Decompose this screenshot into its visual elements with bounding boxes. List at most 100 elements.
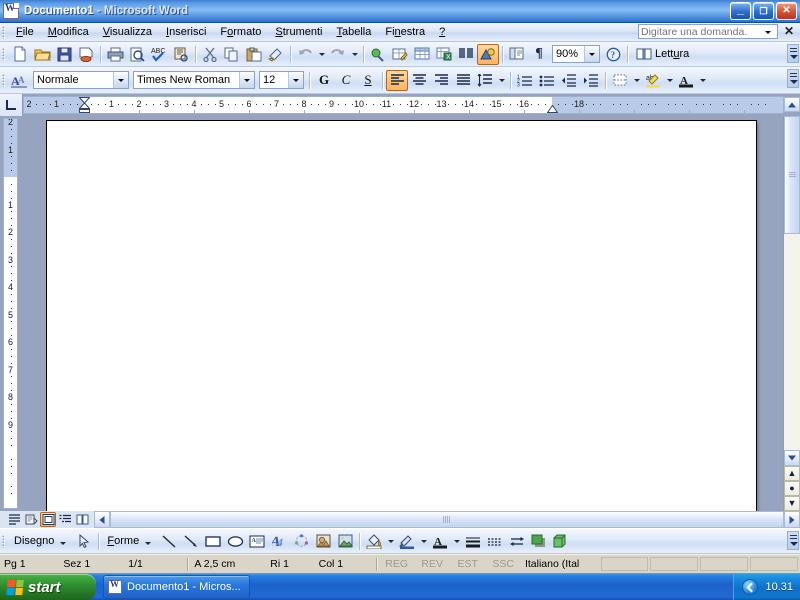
fill-color-icon[interactable] bbox=[363, 531, 385, 552]
scroll-left-button[interactable] bbox=[94, 511, 110, 528]
vertical-scrollbar[interactable]: ▲ ● ▼ bbox=[783, 116, 800, 511]
font-size-dropdown-icon[interactable] bbox=[288, 72, 303, 88]
rectangle-icon[interactable] bbox=[202, 531, 224, 552]
scroll-up-button[interactable] bbox=[784, 97, 800, 112]
menu-help[interactable]: ? bbox=[432, 24, 452, 41]
new-document-icon[interactable] bbox=[9, 44, 31, 65]
right-indent-marker[interactable] bbox=[546, 105, 558, 113]
columns-icon[interactable] bbox=[455, 44, 477, 65]
toolbar-options-icon[interactable] bbox=[787, 69, 799, 88]
vertical-scroll-track[interactable] bbox=[784, 116, 800, 450]
mail-recipient-icon[interactable] bbox=[75, 44, 97, 65]
chevron-down-icon[interactable] bbox=[761, 25, 775, 38]
dash-style-icon[interactable] bbox=[484, 531, 506, 552]
horizontal-scroll-thumb[interactable] bbox=[110, 511, 784, 528]
menu-finestra[interactable]: Finestra bbox=[378, 24, 432, 41]
arrow-style-icon[interactable] bbox=[506, 531, 528, 552]
line-spacing-icon[interactable] bbox=[474, 70, 496, 91]
font-combo[interactable]: Times New Roman bbox=[133, 71, 255, 89]
shapes-menu-button[interactable]: Forme bbox=[102, 531, 158, 551]
style-dropdown-icon[interactable] bbox=[113, 72, 128, 88]
zoom-dropdown-icon[interactable] bbox=[584, 46, 599, 62]
status-overtype[interactable]: SSC bbox=[485, 557, 521, 571]
font-color-icon[interactable]: A bbox=[429, 531, 451, 552]
align-center-icon[interactable] bbox=[408, 70, 430, 91]
taskbar-item-word[interactable]: Documento1 - Micros... bbox=[103, 575, 250, 599]
minimize-button[interactable]: _ bbox=[730, 2, 751, 20]
normal-view-button[interactable] bbox=[6, 512, 22, 527]
scroll-right-button[interactable] bbox=[784, 511, 800, 528]
fill-color-dropdown-icon[interactable] bbox=[385, 532, 396, 551]
borders-icon[interactable] bbox=[609, 70, 631, 91]
toolbar-options-icon[interactable] bbox=[787, 44, 799, 63]
start-button[interactable]: start bbox=[0, 574, 96, 600]
reading-layout-button[interactable]: Lettura bbox=[631, 44, 694, 64]
insert-table-icon[interactable] bbox=[411, 44, 433, 65]
numbered-list-icon[interactable]: 123 bbox=[514, 70, 536, 91]
menu-modifica[interactable]: Modifica bbox=[41, 24, 96, 41]
select-browse-object-button[interactable]: ● bbox=[784, 481, 800, 496]
bulleted-list-icon[interactable] bbox=[536, 70, 558, 91]
reading-layout-view-button[interactable] bbox=[74, 512, 90, 527]
font-color-dropdown-icon[interactable] bbox=[697, 71, 708, 90]
scroll-down-button[interactable] bbox=[784, 450, 800, 466]
research-icon[interactable] bbox=[170, 44, 192, 65]
restore-button[interactable]: ❐ bbox=[753, 2, 774, 20]
clip-art-icon[interactable] bbox=[312, 531, 334, 552]
line-style-icon[interactable] bbox=[462, 531, 484, 552]
draw-menu-button[interactable]: Disegno bbox=[9, 531, 73, 551]
justify-icon[interactable] bbox=[452, 70, 474, 91]
standard-toolbar-grip[interactable] bbox=[2, 47, 5, 61]
bold-button[interactable]: G bbox=[313, 70, 335, 91]
vertical-ruler[interactable]: 2 1 1 2 3 4 5 6 7 8 9 bbox=[3, 118, 18, 509]
toolbar-options-icon[interactable] bbox=[787, 531, 799, 550]
vertical-scroll-thumb[interactable] bbox=[784, 116, 800, 234]
redo-icon[interactable] bbox=[327, 44, 349, 65]
oval-icon[interactable] bbox=[224, 531, 246, 552]
underline-button[interactable]: S bbox=[357, 70, 379, 91]
drawing-toolbar-grip[interactable] bbox=[2, 534, 5, 548]
status-track-changes[interactable]: REV bbox=[414, 557, 450, 571]
shadow-style-icon[interactable] bbox=[528, 531, 550, 552]
save-icon[interactable] bbox=[53, 44, 75, 65]
menu-tabella[interactable]: Tabella bbox=[329, 24, 378, 41]
line-icon[interactable] bbox=[158, 531, 180, 552]
wordart-icon[interactable]: A4 bbox=[268, 531, 290, 552]
diagram-icon[interactable] bbox=[290, 531, 312, 552]
document-page[interactable] bbox=[46, 120, 757, 511]
redo-dropdown-icon[interactable] bbox=[349, 45, 360, 64]
undo-dropdown-icon[interactable] bbox=[316, 45, 327, 64]
menu-bar-grip[interactable] bbox=[2, 25, 5, 39]
align-right-icon[interactable] bbox=[430, 70, 452, 91]
menu-visualizza[interactable]: Visualizza bbox=[96, 24, 159, 41]
line-color-icon[interactable] bbox=[396, 531, 418, 552]
line-spacing-dropdown-icon[interactable] bbox=[496, 71, 507, 90]
print-preview-icon[interactable] bbox=[126, 44, 148, 65]
spelling-check-icon[interactable]: ABC bbox=[148, 44, 170, 65]
open-folder-icon[interactable] bbox=[31, 44, 53, 65]
text-box-icon[interactable]: A bbox=[246, 531, 268, 552]
styles-and-formatting-icon[interactable]: AA bbox=[9, 70, 31, 91]
insert-excel-sheet-icon[interactable]: X bbox=[433, 44, 455, 65]
first-line-indent-marker[interactable] bbox=[79, 97, 90, 113]
copy-icon[interactable] bbox=[221, 44, 243, 65]
align-left-icon[interactable] bbox=[386, 69, 408, 91]
style-combo[interactable]: Normale bbox=[33, 71, 129, 89]
outline-view-button[interactable] bbox=[57, 512, 73, 527]
web-layout-view-button[interactable] bbox=[23, 512, 39, 527]
highlight-color-icon[interactable]: ab bbox=[642, 70, 664, 91]
borders-dropdown-icon[interactable] bbox=[631, 71, 642, 90]
status-language[interactable]: Italiano (Ital bbox=[521, 557, 601, 571]
status-record-mode[interactable]: REG bbox=[379, 557, 415, 571]
picture-icon[interactable] bbox=[334, 531, 356, 552]
ask-a-question-input[interactable] bbox=[639, 25, 761, 38]
highlight-dropdown-icon[interactable] bbox=[664, 71, 675, 90]
arrow-icon[interactable] bbox=[180, 531, 202, 552]
horizontal-scroll-track[interactable] bbox=[110, 511, 784, 528]
document-area[interactable] bbox=[22, 116, 783, 511]
select-objects-arrow-icon[interactable] bbox=[73, 531, 95, 552]
format-painter-icon[interactable] bbox=[265, 44, 287, 65]
tables-and-borders-icon[interactable] bbox=[389, 44, 411, 65]
increase-indent-icon[interactable] bbox=[580, 70, 602, 91]
cut-scissors-icon[interactable] bbox=[199, 44, 221, 65]
